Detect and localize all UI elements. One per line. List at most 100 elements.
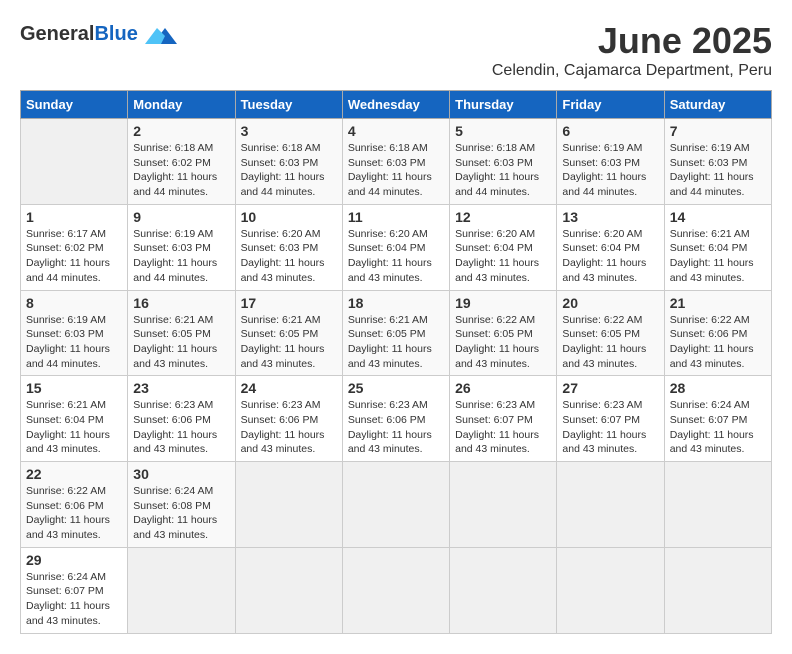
day-info: Sunrise: 6:22 AMSunset: 6:05 PMDaylight:…	[562, 313, 658, 372]
calendar-cell: 29 Sunrise: 6:24 AMSunset: 6:07 PMDayligh…	[21, 547, 128, 633]
day-info: Sunrise: 6:24 AMSunset: 6:08 PMDaylight:…	[133, 484, 229, 543]
day-number: 29	[26, 552, 122, 568]
day-info: Sunrise: 6:18 AMSunset: 6:03 PMDaylight:…	[241, 141, 337, 200]
column-header-friday: Friday	[557, 91, 664, 119]
day-info: Sunrise: 6:19 AMSunset: 6:03 PMDaylight:…	[26, 313, 122, 372]
calendar-cell: 17 Sunrise: 6:21 AMSunset: 6:05 PMDayligh…	[235, 290, 342, 376]
calendar-cell: 1 Sunrise: 6:17 AMSunset: 6:02 PMDaylight…	[21, 204, 128, 290]
calendar-cell	[557, 462, 664, 548]
calendar-cell	[128, 547, 235, 633]
calendar-week-row: 15Sunrise: 6:21 AMSunset: 6:04 PMDayligh…	[21, 376, 772, 462]
day-info: Sunrise: 6:19 AMSunset: 6:03 PMDaylight:…	[670, 141, 766, 200]
day-number: 2	[133, 123, 229, 139]
day-info: Sunrise: 6:23 AMSunset: 6:07 PMDaylight:…	[455, 398, 551, 457]
calendar-cell: 27Sunrise: 6:23 AMSunset: 6:07 PMDayligh…	[557, 376, 664, 462]
calendar-cell: 20 Sunrise: 6:22 AMSunset: 6:05 PMDayligh…	[557, 290, 664, 376]
day-number: 17	[241, 295, 337, 311]
logo-icon	[145, 20, 177, 52]
day-number: 8	[26, 295, 122, 311]
column-header-thursday: Thursday	[450, 91, 557, 119]
calendar-cell: 7Sunrise: 6:19 AMSunset: 6:03 PMDaylight…	[664, 119, 771, 205]
day-number: 28	[670, 380, 766, 396]
calendar-cell	[450, 462, 557, 548]
location-title: Celendin, Cajamarca Department, Peru	[492, 62, 772, 80]
day-info: Sunrise: 6:20 AMSunset: 6:03 PMDaylight:…	[241, 227, 337, 286]
calendar-cell: 14 Sunrise: 6:21 AMSunset: 6:04 PMDayligh…	[664, 204, 771, 290]
title-section: June 2025 Celendin, Cajamarca Department…	[492, 20, 772, 80]
calendar-week-row: 8 Sunrise: 6:19 AMSunset: 6:03 PMDaylight…	[21, 290, 772, 376]
day-info: Sunrise: 6:21 AMSunset: 6:04 PMDaylight:…	[670, 227, 766, 286]
calendar-cell	[235, 462, 342, 548]
day-number: 25	[348, 380, 444, 396]
calendar-cell: 5 Sunrise: 6:18 AMSunset: 6:03 PMDaylight…	[450, 119, 557, 205]
calendar-cell	[557, 547, 664, 633]
day-number: 10	[241, 209, 337, 225]
day-number: 22	[26, 466, 122, 482]
calendar-cell: 21 Sunrise: 6:22 AMSunset: 6:06 PMDayligh…	[664, 290, 771, 376]
calendar-cell: 11 Sunrise: 6:20 AMSunset: 6:04 PMDayligh…	[342, 204, 449, 290]
day-number: 27	[562, 380, 658, 396]
logo-general: GeneralBlue	[20, 27, 142, 44]
day-info: Sunrise: 6:21 AMSunset: 6:05 PMDaylight:…	[348, 313, 444, 372]
logo-text: GeneralBlue	[20, 20, 177, 52]
day-info: Sunrise: 6:21 AMSunset: 6:04 PMDaylight:…	[26, 398, 122, 457]
day-number: 3	[241, 123, 337, 139]
day-info: Sunrise: 6:17 AMSunset: 6:02 PMDaylight:…	[26, 227, 122, 286]
day-info: Sunrise: 6:18 AMSunset: 6:02 PMDaylight:…	[133, 141, 229, 200]
calendar-cell: 19Sunrise: 6:22 AMSunset: 6:05 PMDayligh…	[450, 290, 557, 376]
day-number: 19	[455, 295, 551, 311]
day-number: 14	[670, 209, 766, 225]
day-number: 21	[670, 295, 766, 311]
column-header-tuesday: Tuesday	[235, 91, 342, 119]
column-header-sunday: Sunday	[21, 91, 128, 119]
day-info: Sunrise: 6:18 AMSunset: 6:03 PMDaylight:…	[455, 141, 551, 200]
calendar-week-row: 29 Sunrise: 6:24 AMSunset: 6:07 PMDayligh…	[21, 547, 772, 633]
day-number: 1	[26, 209, 122, 225]
calendar-cell: 24 Sunrise: 6:23 AMSunset: 6:06 PMDayligh…	[235, 376, 342, 462]
calendar-cell	[21, 119, 128, 205]
day-number: 26	[455, 380, 551, 396]
calendar-cell: 9 Sunrise: 6:19 AMSunset: 6:03 PMDaylight…	[128, 204, 235, 290]
calendar-cell: 26 Sunrise: 6:23 AMSunset: 6:07 PMDayligh…	[450, 376, 557, 462]
calendar-cell: 25 Sunrise: 6:23 AMSunset: 6:06 PMDayligh…	[342, 376, 449, 462]
calendar-week-row: 1 Sunrise: 6:17 AMSunset: 6:02 PMDaylight…	[21, 204, 772, 290]
day-info: Sunrise: 6:21 AMSunset: 6:05 PMDaylight:…	[241, 313, 337, 372]
day-number: 13	[562, 209, 658, 225]
calendar-table: SundayMondayTuesdayWednesdayThursdayFrid…	[20, 90, 772, 634]
calendar-cell	[664, 547, 771, 633]
calendar-cell: 10 Sunrise: 6:20 AMSunset: 6:03 PMDayligh…	[235, 204, 342, 290]
day-number: 20	[562, 295, 658, 311]
calendar-cell	[342, 462, 449, 548]
day-number: 11	[348, 209, 444, 225]
day-info: Sunrise: 6:24 AMSunset: 6:07 PMDaylight:…	[670, 398, 766, 457]
day-info: Sunrise: 6:23 AMSunset: 6:06 PMDaylight:…	[241, 398, 337, 457]
day-number: 24	[241, 380, 337, 396]
calendar-cell: 13 Sunrise: 6:20 AMSunset: 6:04 PMDayligh…	[557, 204, 664, 290]
day-number: 30	[133, 466, 229, 482]
day-number: 18	[348, 295, 444, 311]
calendar-cell: 12Sunrise: 6:20 AMSunset: 6:04 PMDayligh…	[450, 204, 557, 290]
day-number: 23	[133, 380, 229, 396]
day-info: Sunrise: 6:22 AMSunset: 6:06 PMDaylight:…	[670, 313, 766, 372]
day-info: Sunrise: 6:19 AMSunset: 6:03 PMDaylight:…	[562, 141, 658, 200]
day-number: 9	[133, 209, 229, 225]
calendar-cell: 22 Sunrise: 6:22 AMSunset: 6:06 PMDayligh…	[21, 462, 128, 548]
day-info: Sunrise: 6:20 AMSunset: 6:04 PMDaylight:…	[348, 227, 444, 286]
calendar-cell: 6Sunrise: 6:19 AMSunset: 6:03 PMDaylight…	[557, 119, 664, 205]
day-info: Sunrise: 6:22 AMSunset: 6:06 PMDaylight:…	[26, 484, 122, 543]
day-info: Sunrise: 6:23 AMSunset: 6:06 PMDaylight:…	[348, 398, 444, 457]
day-info: Sunrise: 6:20 AMSunset: 6:04 PMDaylight:…	[562, 227, 658, 286]
calendar-cell: 4Sunrise: 6:18 AMSunset: 6:03 PMDaylight…	[342, 119, 449, 205]
calendar-cell: 30 Sunrise: 6:24 AMSunset: 6:08 PMDayligh…	[128, 462, 235, 548]
calendar-cell: 2 Sunrise: 6:18 AMSunset: 6:02 PMDaylight…	[128, 119, 235, 205]
calendar-cell: 3 Sunrise: 6:18 AMSunset: 6:03 PMDaylight…	[235, 119, 342, 205]
calendar-week-row: 2 Sunrise: 6:18 AMSunset: 6:02 PMDaylight…	[21, 119, 772, 205]
day-number: 5	[455, 123, 551, 139]
page-header: GeneralBlue June 2025 Celendin, Cajamarc…	[20, 20, 772, 80]
day-info: Sunrise: 6:24 AMSunset: 6:07 PMDaylight:…	[26, 570, 122, 629]
day-info: Sunrise: 6:19 AMSunset: 6:03 PMDaylight:…	[133, 227, 229, 286]
calendar-cell: 16Sunrise: 6:21 AMSunset: 6:05 PMDayligh…	[128, 290, 235, 376]
calendar-cell: 23Sunrise: 6:23 AMSunset: 6:06 PMDayligh…	[128, 376, 235, 462]
calendar-cell: 18 Sunrise: 6:21 AMSunset: 6:05 PMDayligh…	[342, 290, 449, 376]
month-title: June 2025	[492, 20, 772, 62]
